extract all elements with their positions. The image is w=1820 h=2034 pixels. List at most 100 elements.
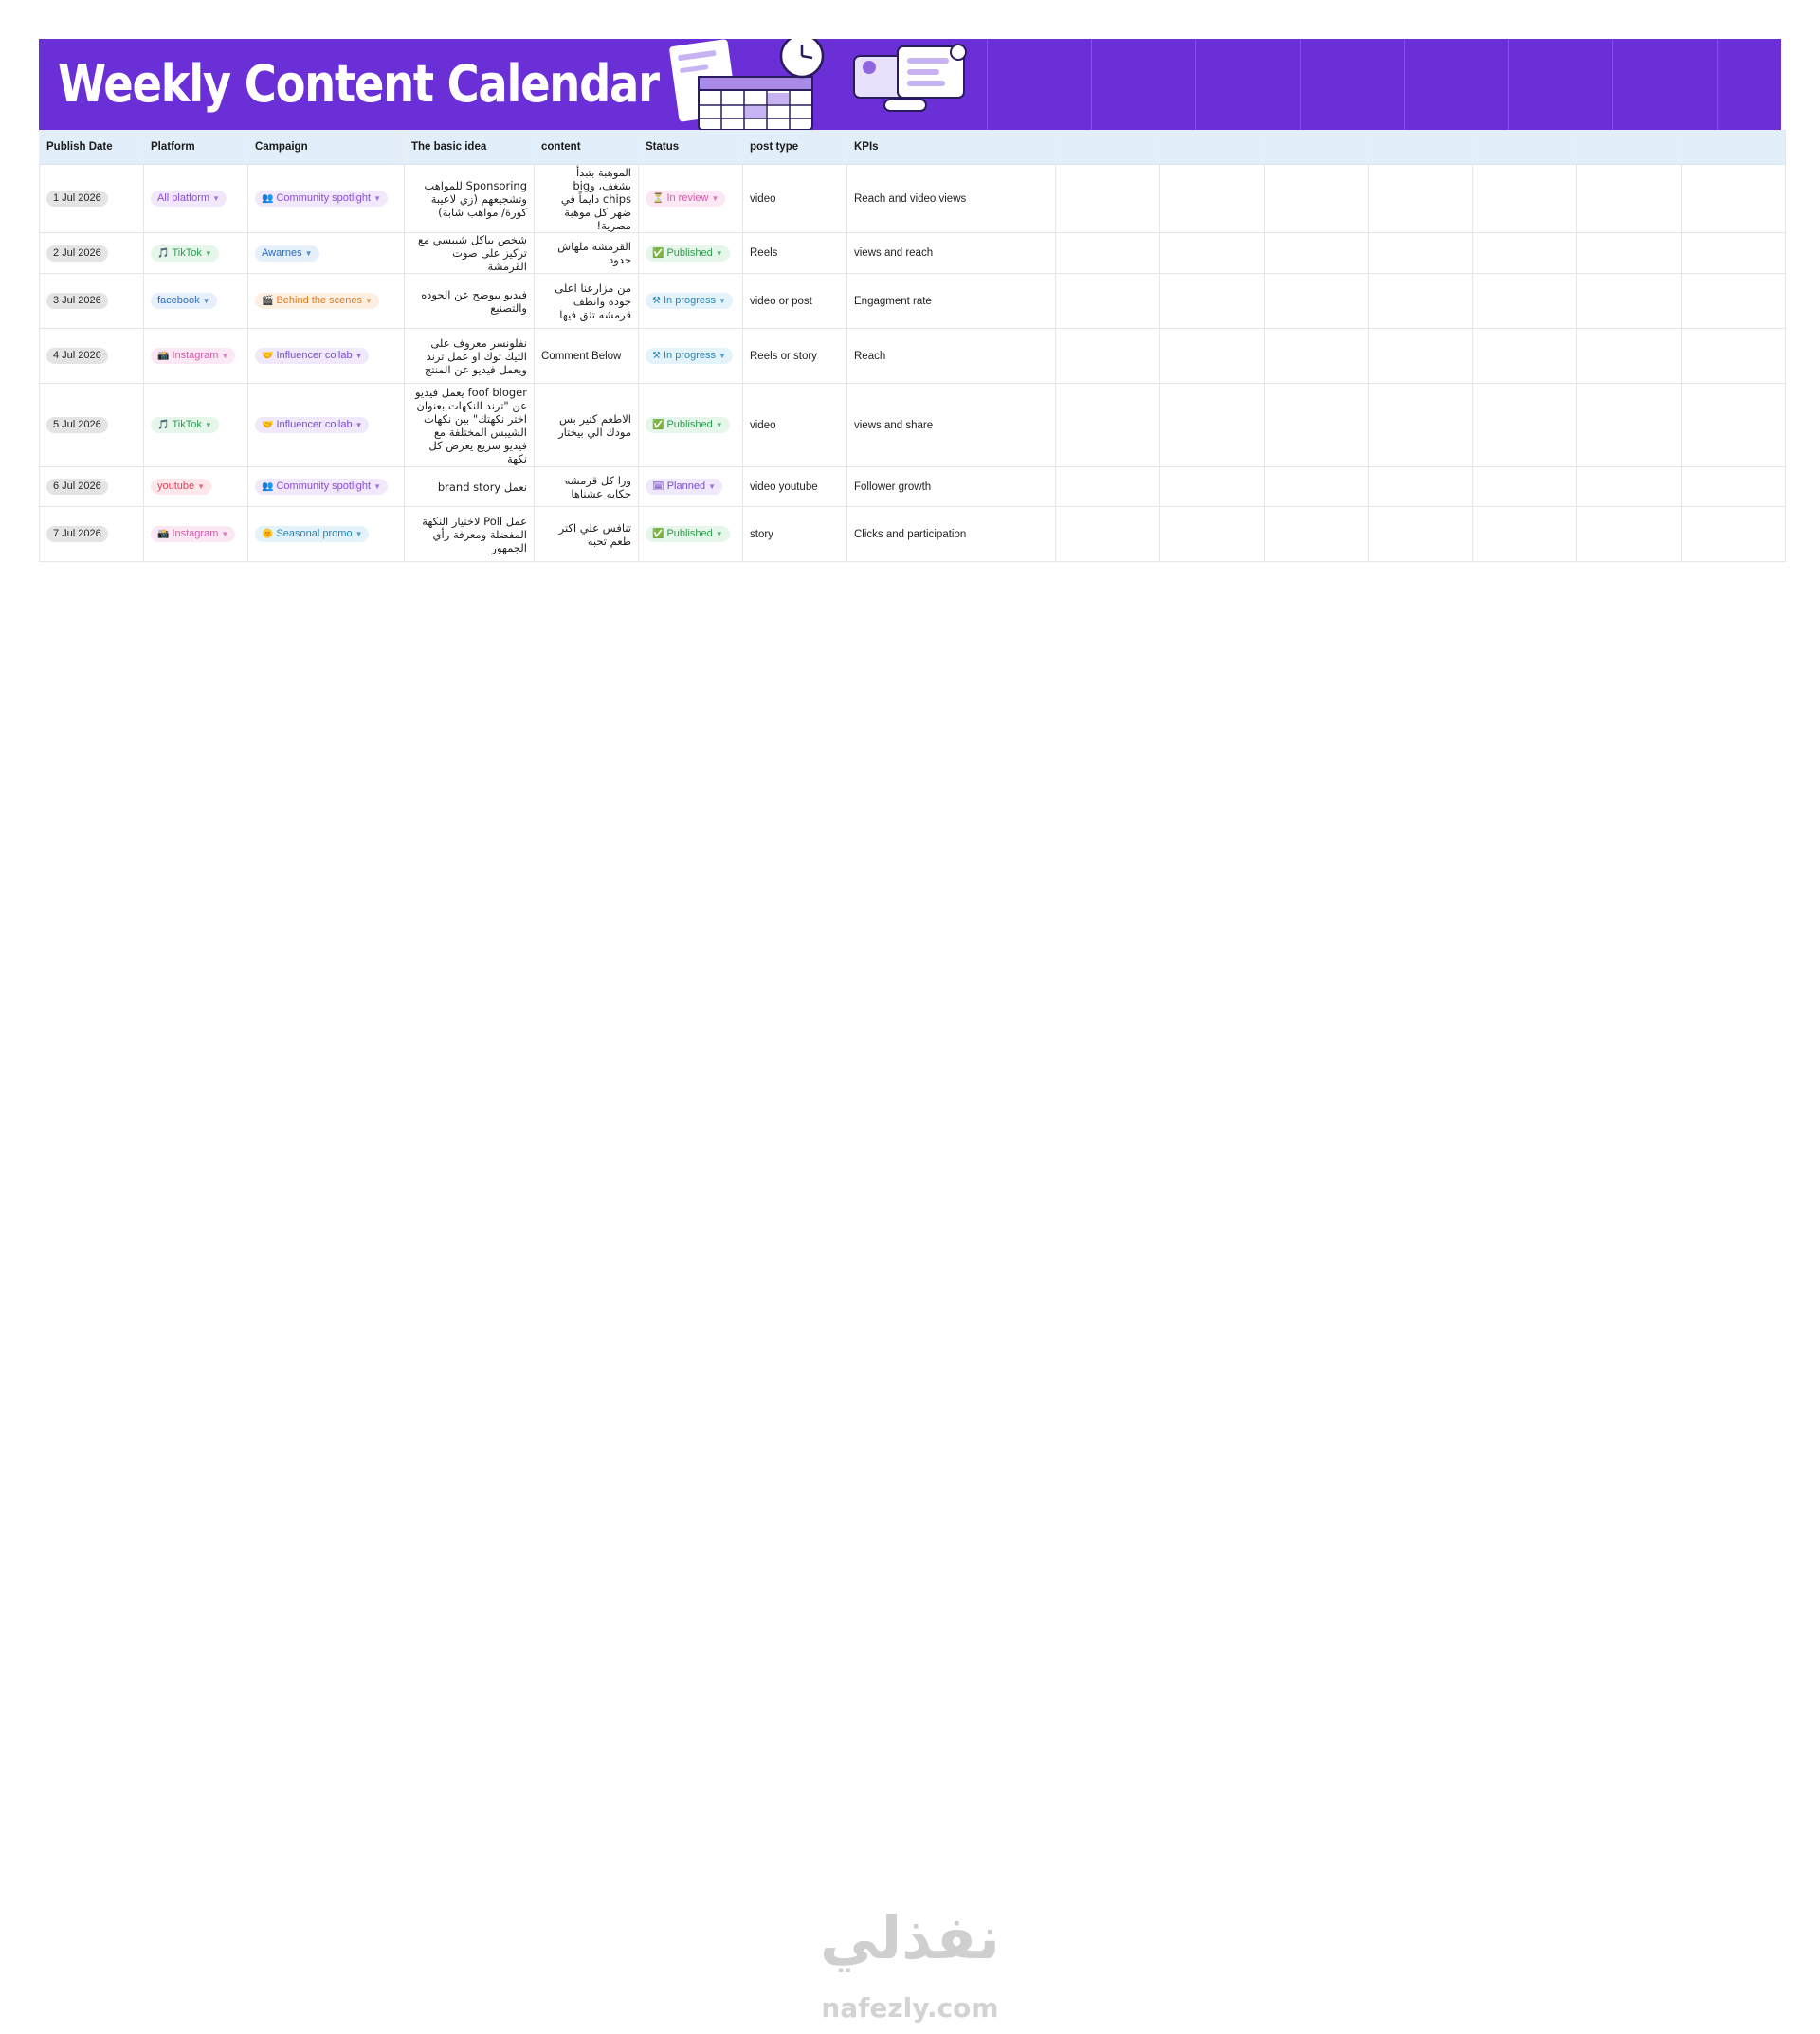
chevron-down-icon[interactable]: ▼: [373, 482, 381, 491]
status-cell[interactable]: ⏳ In review ▼: [638, 164, 743, 233]
empty-cell[interactable]: [1681, 383, 1787, 467]
status-chip[interactable]: ✅ Published ▼: [646, 245, 730, 262]
kpis-cell[interactable]: Reach and video views: [846, 164, 1056, 233]
empty-cell[interactable]: [1681, 232, 1787, 274]
empty-cell[interactable]: [1159, 383, 1265, 467]
kpis-cell[interactable]: views and share: [846, 383, 1056, 467]
empty-cell[interactable]: [1264, 383, 1369, 467]
platform-chip[interactable]: All platform ▼: [151, 191, 227, 207]
chevron-down-icon[interactable]: ▼: [203, 297, 210, 305]
campaign-cell[interactable]: 👥 Community spotlight ▼: [247, 164, 405, 233]
empty-cell[interactable]: [1681, 328, 1787, 384]
campaign-chip[interactable]: 🤝 Influencer collab ▼: [255, 417, 370, 433]
post-type-cell[interactable]: Reels or story: [742, 328, 847, 384]
idea-cell[interactable]: نفلونسر معروف على التيك توك او عمل ترند …: [404, 328, 535, 384]
empty-cell[interactable]: [1159, 232, 1265, 274]
column-header[interactable]: content: [534, 130, 639, 165]
empty-cell[interactable]: [1159, 164, 1265, 233]
post-type-cell[interactable]: video: [742, 383, 847, 467]
date-cell[interactable]: 4 Jul 2026: [39, 328, 144, 384]
status-cell[interactable]: ⚒ In progress ▼: [638, 328, 743, 384]
campaign-chip[interactable]: 👥 Community spotlight ▼: [255, 191, 389, 207]
empty-cell[interactable]: [1368, 164, 1473, 233]
status-cell[interactable]: ⚒ In progress ▼: [638, 273, 743, 329]
idea-cell[interactable]: عمل Poll لاختيار النكهة المفضلة ومعرفة ر…: [404, 506, 535, 562]
content-cell[interactable]: Comment Below: [534, 328, 639, 384]
column-header[interactable]: KPIs: [846, 130, 1056, 165]
empty-cell[interactable]: [1576, 506, 1682, 562]
idea-cell[interactable]: foof bloger يعمل فيديو عن "ترند النكهات …: [404, 383, 535, 467]
chevron-down-icon[interactable]: ▼: [355, 530, 363, 538]
chevron-down-icon[interactable]: ▼: [365, 297, 373, 305]
empty-cell[interactable]: [1576, 232, 1682, 274]
empty-cell[interactable]: [1159, 328, 1265, 384]
content-cell[interactable]: من مزارعنا اعلى جوده وانظف قرمشه تثق فيه…: [534, 273, 639, 329]
empty-cell[interactable]: [1264, 232, 1369, 274]
idea-cell[interactable]: نعمل brand story: [404, 466, 535, 507]
platform-chip[interactable]: facebook ▼: [151, 293, 217, 309]
chevron-down-icon[interactable]: ▼: [716, 530, 723, 538]
empty-cell[interactable]: [1055, 506, 1160, 562]
platform-chip[interactable]: 📸 Instagram ▼: [151, 526, 236, 542]
kpis-cell[interactable]: Reach: [846, 328, 1056, 384]
platform-chip[interactable]: 🎵 TikTok ▼: [151, 417, 219, 433]
empty-cell[interactable]: [1159, 506, 1265, 562]
chevron-down-icon[interactable]: ▼: [711, 194, 719, 203]
chevron-down-icon[interactable]: ▼: [197, 482, 205, 491]
content-cell[interactable]: القرمشه ملهاش حدود: [534, 232, 639, 274]
campaign-chip[interactable]: 👥 Community spotlight ▼: [255, 479, 389, 495]
campaign-cell[interactable]: Awarnes ▼: [247, 232, 405, 274]
empty-cell[interactable]: [1681, 273, 1787, 329]
empty-cell[interactable]: [1681, 164, 1787, 233]
platform-chip[interactable]: youtube ▼: [151, 479, 212, 495]
empty-cell[interactable]: [1055, 232, 1160, 274]
content-cell[interactable]: تنافس علي اكتر طعم تحبه: [534, 506, 639, 562]
empty-cell[interactable]: [1264, 273, 1369, 329]
campaign-cell[interactable]: 👥 Community spotlight ▼: [247, 466, 405, 507]
empty-cell[interactable]: [1681, 506, 1787, 562]
empty-cell[interactable]: [1472, 328, 1577, 384]
content-cell[interactable]: الاطعم كتير بس مودك الي بيختار: [534, 383, 639, 467]
chevron-down-icon[interactable]: ▼: [355, 352, 363, 360]
empty-cell[interactable]: [1576, 273, 1682, 329]
post-type-cell[interactable]: story: [742, 506, 847, 562]
post-type-cell[interactable]: video: [742, 164, 847, 233]
content-cell[interactable]: الموهبة بتبدأ بشغف، وbig chips دايماً في…: [534, 164, 639, 233]
status-chip[interactable]: ✅ Published ▼: [646, 417, 730, 433]
empty-cell[interactable]: [1264, 466, 1369, 507]
date-chip[interactable]: 4 Jul 2026: [46, 348, 108, 364]
content-cell[interactable]: ورا كل قرمشه حكايه عشناها: [534, 466, 639, 507]
platform-cell[interactable]: 🎵 TikTok ▼: [143, 232, 248, 274]
campaign-cell[interactable]: 🌞 Seasonal promo ▼: [247, 506, 405, 562]
column-header[interactable]: Status: [638, 130, 743, 165]
column-header[interactable]: Platform: [143, 130, 248, 165]
status-chip[interactable]: ⚒ In progress ▼: [646, 293, 733, 309]
post-type-cell[interactable]: Reels: [742, 232, 847, 274]
date-cell[interactable]: 7 Jul 2026: [39, 506, 144, 562]
empty-cell[interactable]: [1576, 383, 1682, 467]
empty-cell[interactable]: [1368, 506, 1473, 562]
empty-cell[interactable]: [1264, 164, 1369, 233]
campaign-chip[interactable]: 🌞 Seasonal promo ▼: [255, 526, 370, 542]
column-header[interactable]: post type: [742, 130, 847, 165]
chevron-down-icon[interactable]: ▼: [205, 249, 212, 258]
chevron-down-icon[interactable]: ▼: [716, 421, 723, 429]
column-header[interactable]: Publish Date: [39, 130, 144, 165]
status-cell[interactable]: ✅ Published ▼: [638, 383, 743, 467]
empty-cell[interactable]: [1368, 466, 1473, 507]
kpis-cell[interactable]: Follower growth: [846, 466, 1056, 507]
date-chip[interactable]: 5 Jul 2026: [46, 417, 108, 433]
empty-cell[interactable]: [1681, 466, 1787, 507]
status-cell[interactable]: ✅ Published ▼: [638, 232, 743, 274]
empty-cell[interactable]: [1368, 232, 1473, 274]
date-chip[interactable]: 2 Jul 2026: [46, 245, 108, 262]
chevron-down-icon[interactable]: ▼: [719, 297, 726, 305]
kpis-cell[interactable]: views and reach: [846, 232, 1056, 274]
post-type-cell[interactable]: video youtube: [742, 466, 847, 507]
date-cell[interactable]: 1 Jul 2026: [39, 164, 144, 233]
status-chip[interactable]: ⏳ In review ▼: [646, 191, 726, 207]
chevron-down-icon[interactable]: ▼: [212, 194, 220, 203]
date-cell[interactable]: 3 Jul 2026: [39, 273, 144, 329]
empty-cell[interactable]: [1576, 328, 1682, 384]
status-chip[interactable]: 🗓 Planned ▼: [646, 479, 722, 495]
